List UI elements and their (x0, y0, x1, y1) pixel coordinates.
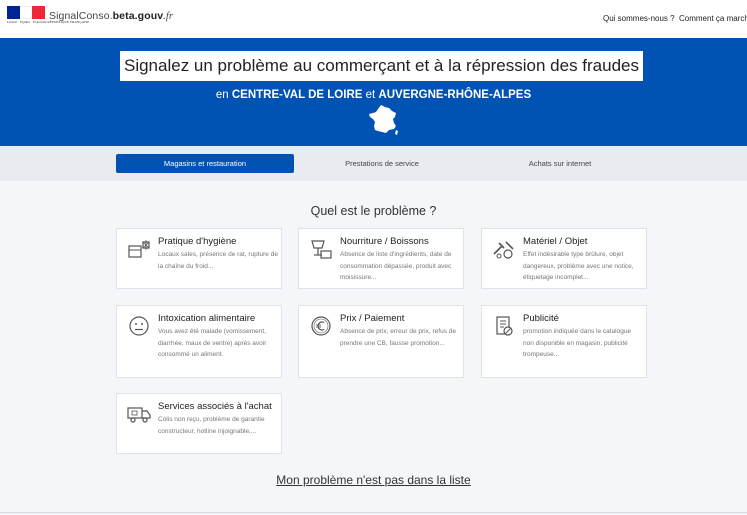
card-food-drinks[interactable]: Nourriture / Boissons Absence de liste d… (298, 228, 464, 289)
tab-services[interactable]: Prestations de service (293, 154, 471, 173)
hero-sub-prefix: en (215, 89, 229, 101)
hygiene-icon (128, 240, 150, 258)
card-description: Absence de prix, erreur de prix, refus d… (340, 328, 456, 347)
hero-title: Signalez un problème au commerçant et à … (120, 51, 643, 81)
tab-online-purchases[interactable]: Achats sur internet (471, 154, 649, 173)
region-name: CENTRE-VAL DE LOIRE (231, 89, 363, 101)
card-description: Effet indésirable type brûlure, objet da… (523, 251, 634, 281)
card-purchase-services[interactable]: Services associés à l'achat Colis non re… (116, 393, 282, 454)
france-map-icon (369, 105, 398, 135)
rf-logo-text: Liberté · Égalité · Fraternité RÉPUBLIQU… (7, 20, 90, 24)
brand-suffix: .fr (163, 11, 174, 22)
tools-icon (493, 241, 514, 259)
card-title: Matériel / Objet (523, 236, 588, 247)
french-flag-icon (7, 6, 46, 19)
advert-icon (496, 316, 513, 336)
brand-prefix: SignalConso. (49, 10, 113, 22)
brand-bold: beta.gouv (112, 10, 164, 22)
card-title: Pratique d'hygiène (158, 236, 237, 247)
card-advertising[interactable]: Publicité promotion indiquée dans le cat… (481, 305, 647, 378)
card-title: Prix / Paiement (340, 313, 405, 324)
tab-shops-restaurants[interactable]: Magasins et restauration (116, 154, 294, 173)
card-equipment-object[interactable]: Matériel / Objet Effet indésirable type … (481, 228, 647, 289)
card-description: Vous avez été malade (vomissement, diarr… (158, 328, 267, 358)
card-description: Colis non reçu, problème de garantie con… (158, 416, 265, 435)
footer-divider (0, 512, 747, 513)
hero-banner: Signalez un problème au commerçant et à … (0, 38, 747, 146)
card-description: promotion indiquée dans le catalogue non… (523, 328, 632, 358)
site-header: Liberté · Égalité · Fraternité RÉPUBLIQU… (0, 0, 747, 38)
delivery-truck-icon (127, 407, 151, 423)
category-tabs: Magasins et restauration Prestations de … (0, 146, 747, 181)
hero-sub-mid: et (365, 89, 376, 101)
food-drink-icon (311, 240, 332, 259)
card-title: Services associés à l'achat (158, 401, 272, 412)
sick-face-icon (129, 316, 149, 336)
site-brand[interactable]: SignalConso.beta.gouv.fr (49, 10, 173, 22)
euro-coin-icon (311, 316, 331, 336)
hero-subtitle: en CENTRE-VAL DE LOIRE et AUVERGNE-RHÔNE… (0, 89, 747, 101)
problem-question: Quel est le problème ? (310, 204, 437, 218)
nav-about-link[interactable]: Qui sommes-nous ? (603, 14, 675, 23)
card-title: Publicité (523, 313, 559, 324)
republique-francaise-logo[interactable]: Liberté · Égalité · Fraternité RÉPUBLIQU… (7, 6, 90, 28)
card-hygiene[interactable]: Pratique d'hygiène Locaux sales, présenc… (116, 228, 282, 289)
card-title: Nourriture / Boissons (340, 236, 429, 247)
problem-not-listed-link[interactable]: Mon problème n'est pas dans la liste (0, 473, 747, 487)
card-title: Intoxication alimentaire (158, 313, 256, 324)
card-price-payment[interactable]: Prix / Paiement Absence de prix, erreur … (298, 305, 464, 378)
region-name: AUVERGNE-RHÔNE-ALPES (378, 89, 532, 101)
card-description: Absence de liste d'ingrédients, date de … (340, 251, 452, 281)
card-description: Locaux sales, présence de rat, rupture d… (158, 251, 278, 270)
card-food-poisoning[interactable]: Intoxication alimentaire Vous avez été m… (116, 305, 282, 378)
nav-how-it-works-link[interactable]: Comment ça marche (679, 14, 747, 23)
